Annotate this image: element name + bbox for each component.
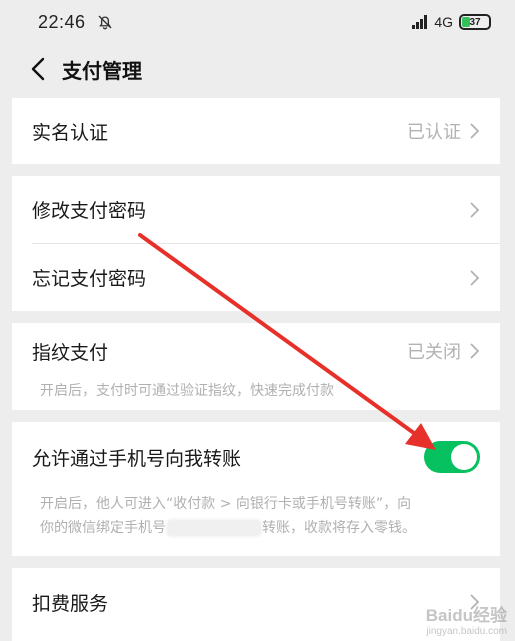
watermark-url: jingyan.baidu.com	[426, 626, 507, 637]
watermark-brand: Baidu经验	[425, 606, 507, 625]
status-indicators: 4G 37	[412, 14, 491, 30]
chevron-right-icon	[470, 201, 480, 218]
battery-percent: 37	[469, 16, 481, 28]
status-bar: 22:46 4G 37	[0, 0, 515, 44]
bell-muted-icon	[98, 15, 112, 30]
status-time: 22:46	[38, 11, 86, 32]
phone-transfer-item: 允许通过手机号向我转账	[12, 422, 500, 492]
fingerprint-item[interactable]: 指纹支付 已关闭	[12, 323, 500, 379]
page-title: 支付管理	[62, 58, 142, 83]
phone-transfer-description: 开启后，他人可进入“收付款 > 向银行卡或手机号转账”，向 你的微信绑定手机号 转…	[12, 492, 500, 540]
fingerprint-description: 开启后，支付时可通过验证指纹，快速完成付款	[40, 383, 334, 399]
fingerprint-card: 指纹支付 已关闭 开启后，支付时可通过验证指纹，快速完成付款	[12, 323, 500, 410]
realname-item[interactable]: 实名认证 已认证	[12, 98, 500, 164]
chevron-right-icon	[470, 123, 480, 139]
phone-transfer-desc-line1: 开启后，他人可进入“收付款 > 向银行卡或手机号转账”，向	[40, 496, 412, 512]
battery-icon: 37	[459, 14, 491, 30]
change-password-item[interactable]: 修改支付密码	[12, 176, 500, 243]
phone-transfer-desc-line2: 你的微信绑定手机号 转账，收款将存入零钱。	[40, 516, 472, 540]
back-arrow-icon[interactable]	[28, 56, 48, 82]
realname-status: 已认证	[407, 122, 461, 143]
toggle-knob	[451, 444, 477, 470]
realname-card: 实名认证 已认证	[12, 98, 500, 164]
fingerprint-status: 已关闭	[407, 342, 461, 363]
phone-transfer-card: 允许通过手机号向我转账 开启后，他人可进入“收付款 > 向银行卡或手机号转账”，…	[12, 422, 500, 556]
phone-transfer-desc-pre: 你的微信绑定手机号	[40, 520, 166, 536]
baidu-watermark: Baidu经验 jingyan.baidu.com	[426, 601, 507, 637]
password-card: 修改支付密码 忘记支付密码	[12, 176, 500, 311]
fingerprint-label: 指纹支付	[32, 341, 109, 364]
change-password-label: 修改支付密码	[32, 200, 147, 222]
signal-icon	[412, 15, 428, 29]
chevron-right-icon	[470, 269, 480, 286]
phone-transfer-toggle[interactable]	[424, 441, 480, 473]
nav-bar: 支付管理	[0, 44, 515, 94]
phone-transfer-label: 允许通过手机号向我转账	[32, 447, 242, 470]
chevron-right-icon	[470, 343, 480, 359]
blurred-phone-number	[166, 519, 262, 537]
forgot-password-item[interactable]: 忘记支付密码	[12, 244, 500, 311]
deduction-label: 扣费服务	[32, 592, 109, 615]
network-type: 4G	[434, 14, 453, 30]
forgot-password-label: 忘记支付密码	[32, 268, 147, 290]
phone-transfer-desc-post: 转账，收款将存入零钱。	[262, 520, 416, 536]
realname-label: 实名认证	[32, 121, 109, 144]
